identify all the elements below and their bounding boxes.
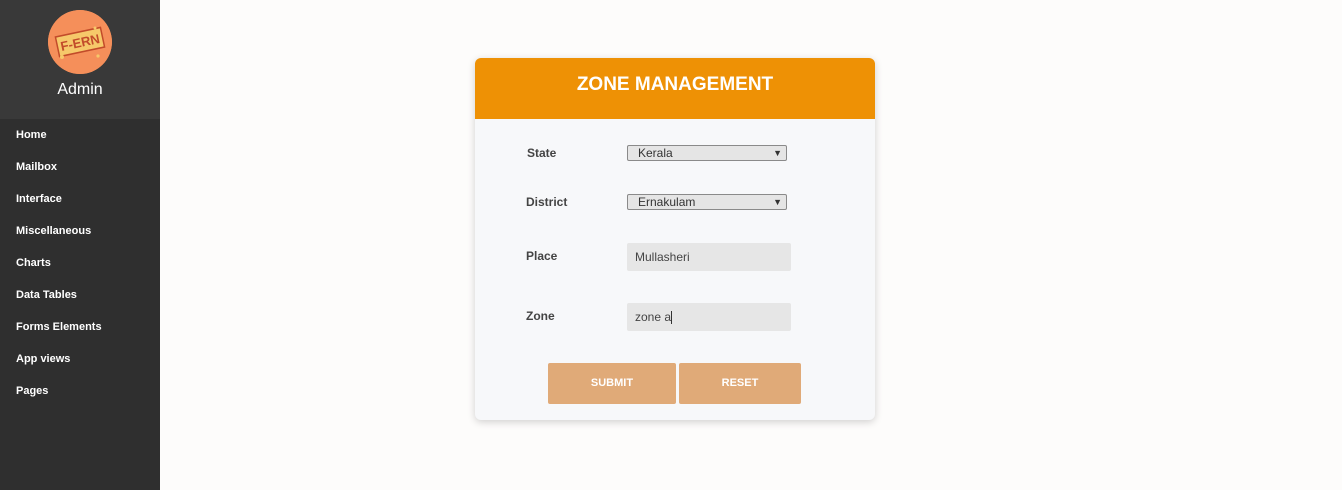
sidebar-item-home[interactable]: Home	[0, 119, 160, 151]
zone-input[interactable]: zone a	[627, 303, 791, 331]
reset-button[interactable]: RESET	[679, 363, 801, 404]
sidebar-item-miscellaneous[interactable]: Miscellaneous	[0, 215, 160, 247]
avatar[interactable]: F-ERN	[48, 10, 112, 74]
sidebar-item-app-views[interactable]: App views	[0, 343, 160, 375]
zone-input-value: zone a	[635, 310, 672, 324]
admin-name: Admin	[57, 81, 103, 98]
form-title: ZONE MANAGEMENT	[475, 58, 875, 119]
sidebar-item-interface[interactable]: Interface	[0, 183, 160, 215]
sidebar-item-mailbox[interactable]: Mailbox	[0, 151, 160, 183]
sidebar-item-pages[interactable]: Pages	[0, 375, 160, 407]
sidebar-item-data-tables[interactable]: Data Tables	[0, 279, 160, 311]
profile-panel: F-ERN Admin	[0, 0, 160, 119]
place-label: Place	[526, 249, 558, 263]
district-label: District	[526, 195, 568, 209]
district-selected-value: Ernakulam	[638, 195, 696, 209]
state-label: State	[527, 146, 557, 160]
sidebar: F-ERN Admin Home Mailbox Interface Misce…	[0, 0, 160, 490]
state-selected-value: Kerala	[638, 146, 673, 160]
sidebar-item-charts[interactable]: Charts	[0, 247, 160, 279]
zone-management-card: ZONE MANAGEMENT State Kerala ▼ District …	[475, 58, 875, 420]
sidebar-item-forms-elements[interactable]: Forms Elements	[0, 311, 160, 343]
zone-label: Zone	[526, 309, 555, 323]
place-input[interactable]: Mullasheri	[627, 243, 791, 271]
text-cursor	[671, 311, 673, 325]
place-input-value: Mullasheri	[635, 250, 690, 264]
state-select[interactable]: Kerala ▼	[627, 145, 787, 161]
sidebar-nav: Home Mailbox Interface Miscellaneous Cha…	[0, 119, 160, 407]
chevron-down-icon: ▼	[773, 197, 782, 207]
submit-button[interactable]: SUBMIT	[548, 363, 676, 404]
district-select[interactable]: Ernakulam ▼	[627, 194, 787, 210]
fern-logo-icon: F-ERN	[48, 10, 112, 74]
chevron-down-icon: ▼	[773, 148, 782, 158]
